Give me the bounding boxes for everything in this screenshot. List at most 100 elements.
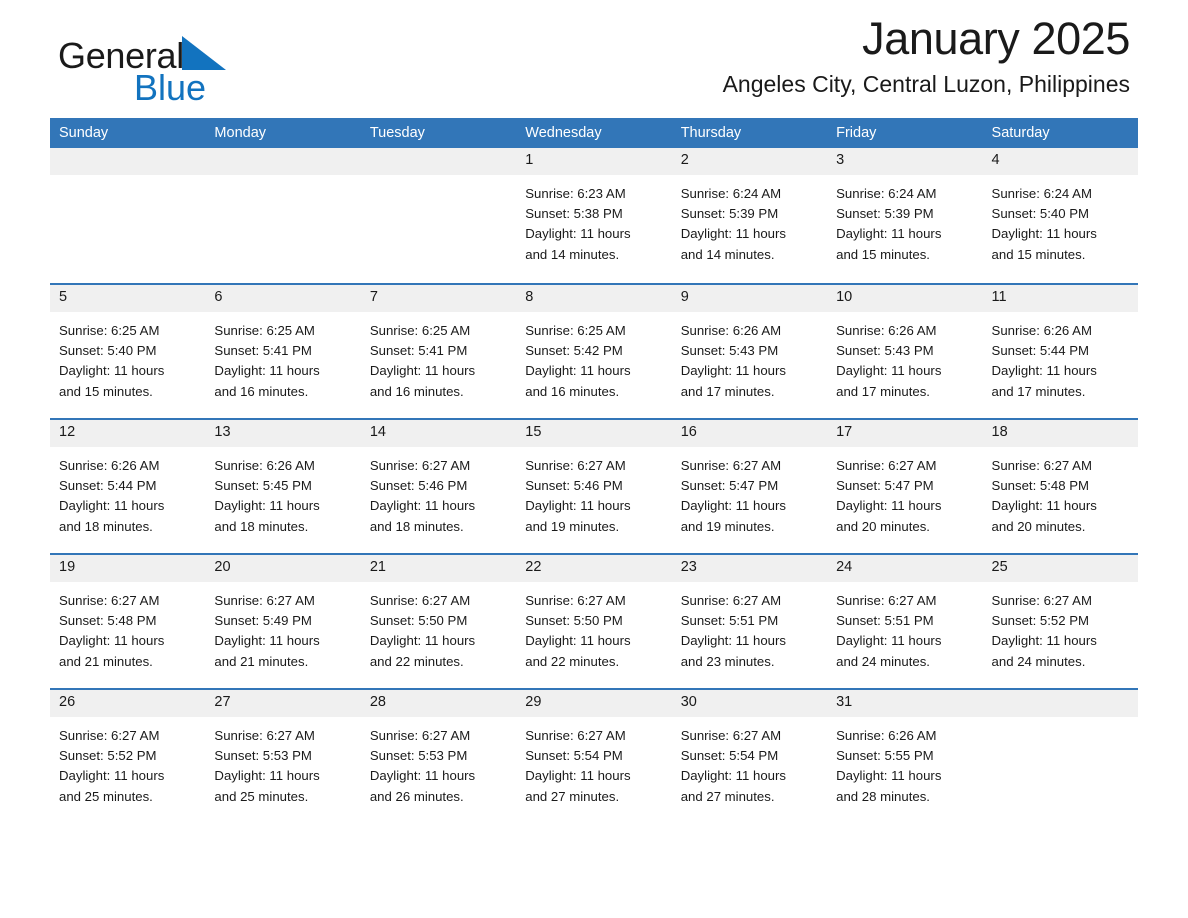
day-details: Sunrise: 6:24 AM Sunset: 5:39 PM Dayligh…	[680, 186, 786, 262]
day-details: Sunrise: 6:27 AM Sunset: 5:48 PM Dayligh…	[59, 593, 165, 669]
day-cell[interactable]: 3 Sunrise: 6:24 AM Sunset: 5:39 PM Daylig…	[827, 148, 983, 283]
day-cell[interactable]: 17 Sunrise: 6:27 AM Sunset: 5:47 PM Dayli…	[827, 420, 983, 553]
day-number: 1	[516, 148, 672, 175]
day-number	[50, 148, 206, 175]
day-number: 25	[982, 555, 1138, 582]
day-cell[interactable]: 8 Sunrise: 6:25 AM Sunset: 5:42 PM Daylig…	[516, 285, 672, 418]
day-cell[interactable]: 16 Sunrise: 6:27 AM Sunset: 5:47 PM Dayli…	[671, 420, 828, 553]
day-details: Sunrise: 6:27 AM Sunset: 5:54 PM Dayligh…	[525, 728, 631, 804]
calendar-week-row: 5 Sunrise: 6:25 AM Sunset: 5:40 PM Daylig…	[50, 283, 1138, 418]
day-number	[205, 148, 361, 175]
day-number: 19	[50, 555, 206, 582]
day-number: 5	[50, 285, 206, 312]
weekday-header-wednesday: Wednesday	[525, 124, 602, 141]
location-subtitle: Angeles City, Central Luzon, Philippines	[722, 71, 1130, 98]
day-number: 12	[50, 420, 206, 447]
calendar-page: General Blue January 2025 Angeles City, …	[0, 0, 1188, 918]
day-cell[interactable]	[360, 148, 517, 283]
day-number: 6	[205, 285, 361, 312]
day-number: 8	[516, 285, 672, 312]
day-number	[360, 148, 517, 175]
day-details: Sunrise: 6:27 AM Sunset: 5:46 PM Dayligh…	[369, 458, 476, 534]
day-details: Sunrise: 6:27 AM Sunset: 5:52 PM Dayligh…	[991, 593, 1097, 669]
day-cell[interactable]: 6 Sunrise: 6:25 AM Sunset: 5:41 PM Daylig…	[205, 285, 361, 418]
day-details: Sunrise: 6:25 AM Sunset: 5:40 PM Dayligh…	[59, 323, 165, 399]
day-number: 30	[671, 690, 828, 717]
day-cell[interactable]: 19 Sunrise: 6:27 AM Sunset: 5:48 PM Dayli…	[50, 555, 206, 688]
day-cell[interactable]	[50, 148, 206, 283]
day-cell[interactable]	[205, 148, 361, 283]
day-details: Sunrise: 6:27 AM Sunset: 5:46 PM Dayligh…	[525, 458, 631, 534]
day-cell[interactable]: 14 Sunrise: 6:27 AM Sunset: 5:46 PM Dayli…	[360, 420, 517, 553]
day-number: 14	[360, 420, 517, 447]
day-cell[interactable]: 2 Sunrise: 6:24 AM Sunset: 5:39 PM Daylig…	[671, 148, 828, 283]
title-block: January 2025 Angeles City, Central Luzon…	[722, 13, 1131, 98]
day-details: Sunrise: 6:25 AM Sunset: 5:41 PM Dayligh…	[369, 323, 476, 399]
day-number: 2	[671, 148, 828, 175]
day-details: Sunrise: 6:23 AM Sunset: 5:38 PM Dayligh…	[525, 186, 631, 262]
day-number: 11	[982, 285, 1138, 312]
day-number: 29	[516, 690, 672, 717]
day-cell[interactable]: 28 Sunrise: 6:27 AM Sunset: 5:53 PM Dayli…	[360, 690, 517, 823]
page-header: General Blue January 2025 Angeles City, …	[50, 0, 1138, 112]
day-cell[interactable]: 18 Sunrise: 6:27 AM Sunset: 5:48 PM Dayli…	[982, 420, 1138, 553]
page-title: January 2025	[862, 13, 1130, 64]
weekday-header-sunday: Sunday	[59, 124, 109, 141]
calendar-week-row: 1 Sunrise: 6:23 AM Sunset: 5:38 PM Daylig…	[50, 148, 1138, 283]
day-cell[interactable]: 9 Sunrise: 6:26 AM Sunset: 5:43 PM Daylig…	[671, 285, 828, 418]
day-number: 21	[360, 555, 517, 582]
day-cell[interactable]: 5 Sunrise: 6:25 AM Sunset: 5:40 PM Daylig…	[50, 285, 206, 418]
day-details: Sunrise: 6:25 AM Sunset: 5:42 PM Dayligh…	[525, 323, 631, 399]
day-number: 13	[205, 420, 361, 447]
day-details: Sunrise: 6:26 AM Sunset: 5:55 PM Dayligh…	[836, 728, 942, 804]
weekday-header-tuesday: Tuesday	[369, 124, 425, 141]
day-cell[interactable]: 31 Sunrise: 6:26 AM Sunset: 5:55 PM Dayli…	[827, 690, 983, 823]
day-number: 20	[205, 555, 361, 582]
day-details: Sunrise: 6:24 AM Sunset: 5:40 PM Dayligh…	[991, 186, 1097, 262]
brand-logo[interactable]: General Blue	[58, 36, 358, 116]
weekday-header-saturday: Saturday	[991, 124, 1050, 141]
day-details: Sunrise: 6:27 AM Sunset: 5:49 PM Dayligh…	[214, 593, 320, 669]
day-cell[interactable]: 10 Sunrise: 6:26 AM Sunset: 5:43 PM Dayli…	[827, 285, 983, 418]
day-cell[interactable]: 22 Sunrise: 6:27 AM Sunset: 5:50 PM Dayli…	[516, 555, 672, 688]
day-cell[interactable]: 27 Sunrise: 6:27 AM Sunset: 5:53 PM Dayli…	[205, 690, 361, 823]
day-number: 24	[827, 555, 983, 582]
day-cell[interactable]: 29 Sunrise: 6:27 AM Sunset: 5:54 PM Dayli…	[516, 690, 672, 823]
day-cell[interactable]: 15 Sunrise: 6:27 AM Sunset: 5:46 PM Dayli…	[516, 420, 672, 553]
day-cell[interactable]: 4 Sunrise: 6:24 AM Sunset: 5:40 PM Daylig…	[982, 148, 1138, 283]
day-cell[interactable]: 24 Sunrise: 6:27 AM Sunset: 5:51 PM Dayli…	[827, 555, 983, 688]
day-number: 9	[671, 285, 828, 312]
calendar-week-row: 12 Sunrise: 6:26 AM Sunset: 5:44 PM Dayli…	[50, 418, 1138, 553]
day-number: 22	[516, 555, 672, 582]
day-details: Sunrise: 6:26 AM Sunset: 5:43 PM Dayligh…	[836, 323, 942, 399]
day-number	[982, 690, 1138, 717]
day-cell[interactable]: 11 Sunrise: 6:26 AM Sunset: 5:44 PM Dayli…	[982, 285, 1138, 418]
day-details: Sunrise: 6:27 AM Sunset: 5:51 PM Dayligh…	[836, 593, 942, 669]
day-details: Sunrise: 6:27 AM Sunset: 5:50 PM Dayligh…	[369, 593, 476, 669]
calendar-week-row: 19 Sunrise: 6:27 AM Sunset: 5:48 PM Dayli…	[50, 553, 1138, 688]
day-number: 31	[827, 690, 983, 717]
day-cell[interactable]: 7 Sunrise: 6:25 AM Sunset: 5:41 PM Daylig…	[360, 285, 517, 418]
day-cell[interactable]: 12 Sunrise: 6:26 AM Sunset: 5:44 PM Dayli…	[50, 420, 206, 553]
day-details: Sunrise: 6:27 AM Sunset: 5:54 PM Dayligh…	[680, 728, 786, 804]
day-cell[interactable]: 26 Sunrise: 6:27 AM Sunset: 5:52 PM Dayli…	[50, 690, 206, 823]
day-details: Sunrise: 6:27 AM Sunset: 5:52 PM Dayligh…	[59, 728, 165, 804]
day-cell[interactable]: 25 Sunrise: 6:27 AM Sunset: 5:52 PM Dayli…	[982, 555, 1138, 688]
sunrise-sunset-calendar: Sunday Monday Tuesday Wednesday Thursday…	[50, 118, 1138, 823]
day-cell[interactable]: 13 Sunrise: 6:26 AM Sunset: 5:45 PM Dayli…	[205, 420, 361, 553]
day-details: Sunrise: 6:27 AM Sunset: 5:48 PM Dayligh…	[991, 458, 1097, 534]
day-number: 7	[360, 285, 517, 312]
day-cell[interactable]: 23 Sunrise: 6:27 AM Sunset: 5:51 PM Dayli…	[671, 555, 828, 688]
day-number: 27	[205, 690, 361, 717]
day-number: 18	[982, 420, 1138, 447]
day-number: 3	[827, 148, 983, 175]
brand-name-blue: Blue	[134, 67, 207, 108]
day-cell[interactable]: 21 Sunrise: 6:27 AM Sunset: 5:50 PM Dayli…	[360, 555, 517, 688]
day-cell[interactable]	[982, 690, 1138, 823]
day-cell[interactable]: 30 Sunrise: 6:27 AM Sunset: 5:54 PM Dayli…	[671, 690, 828, 823]
day-cell[interactable]: 20 Sunrise: 6:27 AM Sunset: 5:49 PM Dayli…	[205, 555, 361, 688]
calendar-week-row: 26 Sunrise: 6:27 AM Sunset: 5:52 PM Dayli…	[50, 688, 1138, 823]
day-details: Sunrise: 6:27 AM Sunset: 5:47 PM Dayligh…	[680, 458, 786, 534]
day-cell[interactable]: 1 Sunrise: 6:23 AM Sunset: 5:38 PM Daylig…	[516, 148, 672, 283]
day-details: Sunrise: 6:27 AM Sunset: 5:50 PM Dayligh…	[525, 593, 631, 669]
